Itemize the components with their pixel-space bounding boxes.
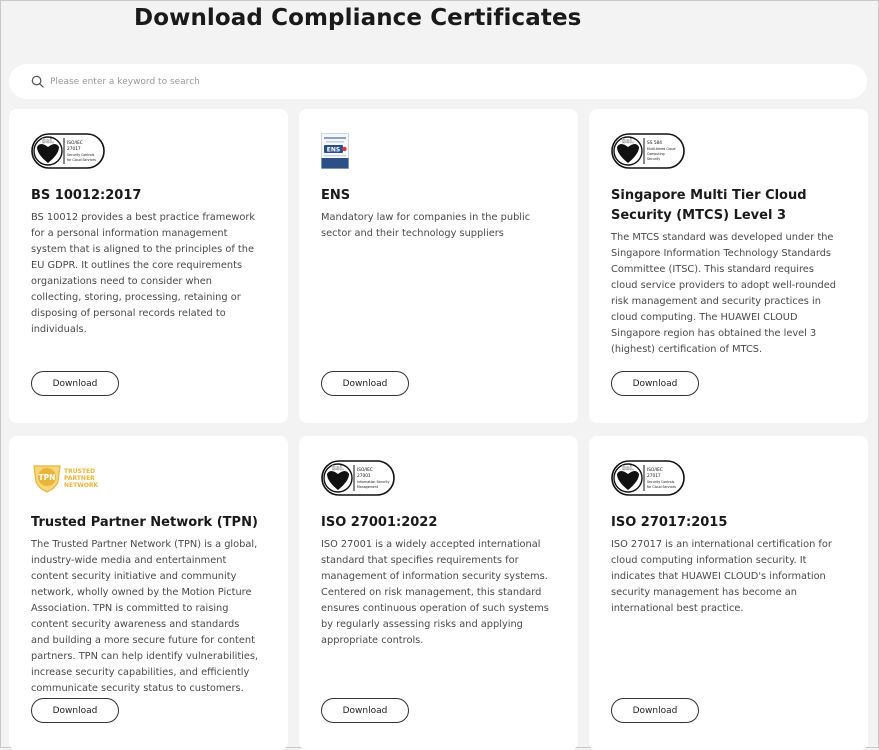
certificate-logo: TPN TRUSTED PARTNER NETWORK [31,457,266,499]
card-title: Singapore Multi Tier Cloud Security (MTC… [611,188,807,223]
bsi-mark: bsi. [622,465,634,472]
download-button[interactable]: Download [611,371,699,396]
certificate-card: bsi. ISO/IEC 27017 Security Controls for… [589,436,868,750]
logo-line: for Cloud Services [67,158,96,162]
card-description: ISO 27001 is a widely accepted internati… [321,539,549,646]
tpn-text-line: NETWORK [64,482,99,489]
card-description: Mandatory law for companies in the publi… [321,212,531,239]
bsi-mark: bsi. [42,138,54,145]
logo-line: Security [647,157,660,161]
card-title: ENS [321,188,351,203]
certificate-card: bsi. SS 584 Multi-tiered Cloud Computing… [589,109,868,423]
bsi-ss584-icon: bsi. SS 584 Multi-tiered Cloud Computing… [611,133,685,169]
card-description: The MTCS standard was developed under th… [611,232,836,355]
logo-line: Computing [647,152,665,156]
search-bar[interactable] [9,64,867,99]
card-title: Trusted Partner Network (TPN) [31,515,258,530]
certificate-grid: bsi. ISO/IEC 27017 Security Controls for… [9,109,868,750]
logo-line: 27001 [357,473,371,479]
certificate-card: bsi. ISO/IEC 27017 Security Controls for… [9,109,288,423]
ens-mark: ENS [327,147,340,154]
logo-line: Multi-tiered Cloud [647,147,675,151]
card-title: ISO 27017:2015 [611,515,728,530]
certificate-logo: bsi. SS 584 Multi-tiered Cloud Computing… [611,130,846,172]
logo-line: Information Security [357,480,390,484]
logo-line: 27017 [67,146,81,152]
download-button[interactable]: Download [611,698,699,723]
tpn-text-line: TRUSTED [64,468,95,475]
logo-line: Security Controls [67,153,95,157]
bsi-mark: bsi. [332,465,344,472]
card-description: The Trusted Partner Network (TPN) is a g… [31,539,259,694]
certificate-card: TPN TRUSTED PARTNER NETWORK Trusted Part… [9,436,288,750]
bsi-mark: bsi. [622,138,634,145]
certificate-card: bsi. ISO/IEC 27001 Information Security … [299,436,578,750]
certificate-logo: bsi. ISO/IEC 27017 Security Controls for… [611,457,846,499]
logo-line: ISO/IEC [357,467,373,473]
logo-line: Security Controls [647,480,675,484]
logo-line: 27017 [647,473,661,479]
search-icon [31,75,44,88]
download-button[interactable]: Download [321,371,409,396]
card-description: BS 10012 provides a best practice framew… [31,212,256,335]
download-button[interactable]: Download [31,371,119,396]
ens-certificate-icon: ENS [321,133,349,169]
certificate-logo: bsi. ISO/IEC 27017 Security Controls for… [31,130,266,172]
card-title: ISO 27001:2022 [321,515,438,530]
logo-line: ISO/IEC [647,467,663,473]
tpn-badge-text: TPN [39,473,56,482]
card-title: BS 10012:2017 [31,188,142,203]
certificate-logo: ENS [321,130,556,172]
logo-line: Management [357,485,379,489]
certificate-card: ENS ENS Mandatory law for companies in t… [299,109,578,423]
tpn-logo-icon: TPN TRUSTED PARTNER NETWORK [33,465,99,493]
bsi-iso-27017-icon: bsi. ISO/IEC 27017 Security Controls for… [611,460,685,496]
search-input[interactable] [48,75,832,88]
logo-line: for Cloud Services [647,485,676,489]
logo-line: SS 584 [647,140,662,146]
logo-line: ISO/IEC [67,140,83,146]
download-button[interactable]: Download [31,698,119,723]
card-description: ISO 27017 is an international certificat… [611,539,832,614]
certificate-logo: bsi. ISO/IEC 27001 Information Security … [321,457,556,499]
bsi-iso-27001-icon: bsi. ISO/IEC 27001 Information Security … [321,460,395,496]
tpn-text-line: PARTNER [64,475,95,482]
page-title: Download Compliance Certificates [134,5,582,31]
download-button[interactable]: Download [321,698,409,723]
bsi-iso-27017-icon: bsi. ISO/IEC 27017 Security Controls for… [31,133,105,169]
